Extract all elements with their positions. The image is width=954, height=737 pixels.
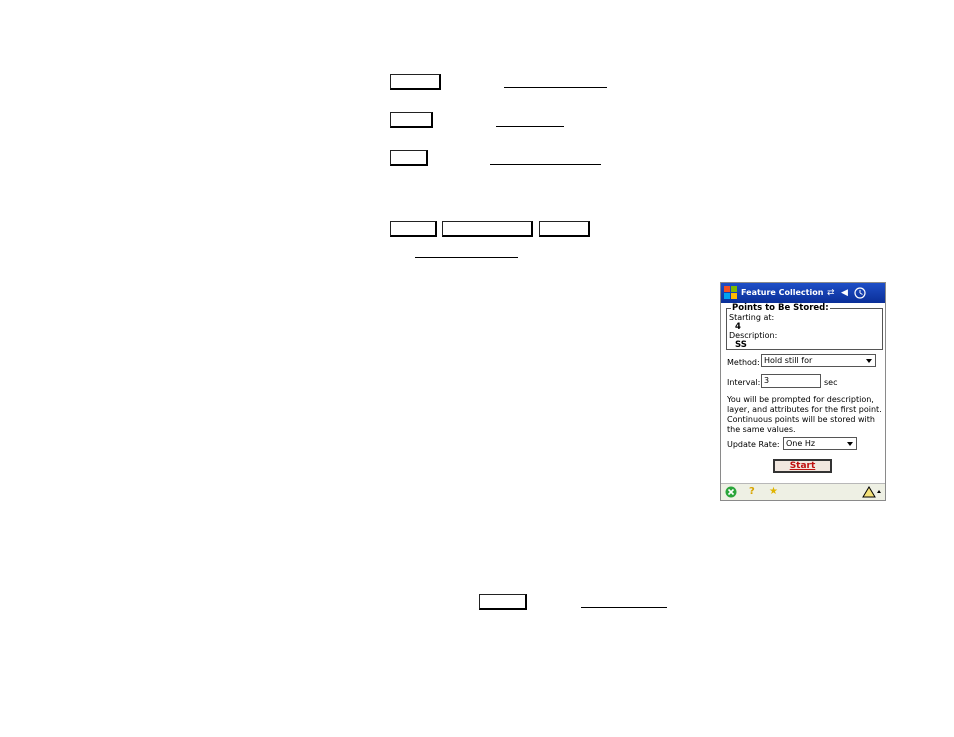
doc-button-box-5 — [442, 221, 533, 237]
method-dropdown[interactable]: Hold still for — [761, 354, 876, 367]
doc-button-box-7 — [479, 594, 527, 610]
clock-icon[interactable] — [854, 287, 866, 299]
interval-value: 3 — [764, 376, 770, 385]
chevron-down-icon — [847, 442, 853, 446]
speaker-icon[interactable]: ◀ — [841, 287, 848, 299]
chevron-down-icon — [866, 359, 872, 363]
sync-arrows-icon[interactable]: ⇄ — [827, 287, 835, 299]
doc-button-box-4 — [390, 221, 437, 237]
doc-underline-4 — [415, 257, 518, 258]
doc-underline-1 — [504, 87, 607, 88]
description-value: SS — [735, 340, 747, 350]
method-label: Method: — [727, 358, 760, 367]
interval-unit: sec — [824, 378, 838, 387]
doc-button-box-3 — [390, 150, 428, 166]
help-icon[interactable]: ? — [749, 486, 755, 498]
start-button[interactable]: Start — [773, 459, 832, 473]
update-rate-label: Update Rate: — [727, 440, 780, 449]
pda-screenshot: Feature Collection ⇄ ◀ Points to Be Stor… — [720, 282, 886, 501]
info-text: You will be prompted for description, la… — [727, 395, 882, 434]
windows-start-icon[interactable] — [724, 286, 737, 299]
doc-underline-3 — [490, 164, 601, 165]
bottom-toolbar: ? ★ — [721, 483, 885, 500]
points-group: Points to Be Stored: Starting at: 4 Desc… — [726, 303, 883, 350]
doc-underline-2 — [496, 126, 564, 127]
doc-button-box-2 — [390, 112, 433, 128]
doc-button-box-1 — [390, 74, 441, 90]
favorites-icon[interactable]: ★ — [769, 486, 778, 498]
doc-button-box-6 — [539, 221, 590, 237]
update-rate-dropdown[interactable]: One Hz — [783, 437, 857, 450]
doc-underline-5 — [581, 607, 667, 608]
window-title: Feature Collection — [741, 288, 824, 297]
interval-field[interactable]: 3 — [761, 374, 821, 388]
group-title: Points to Be Stored: — [731, 303, 830, 313]
starting-at-label: Starting at: — [729, 313, 775, 322]
method-value: Hold still for — [764, 356, 813, 365]
interval-label: Interval: — [727, 378, 761, 387]
sip-keyboard-icon[interactable] — [862, 486, 882, 498]
description-label: Description: — [729, 331, 778, 340]
close-icon[interactable] — [725, 486, 737, 498]
title-bar: Feature Collection ⇄ ◀ — [721, 283, 885, 303]
update-rate-value: One Hz — [786, 439, 816, 448]
